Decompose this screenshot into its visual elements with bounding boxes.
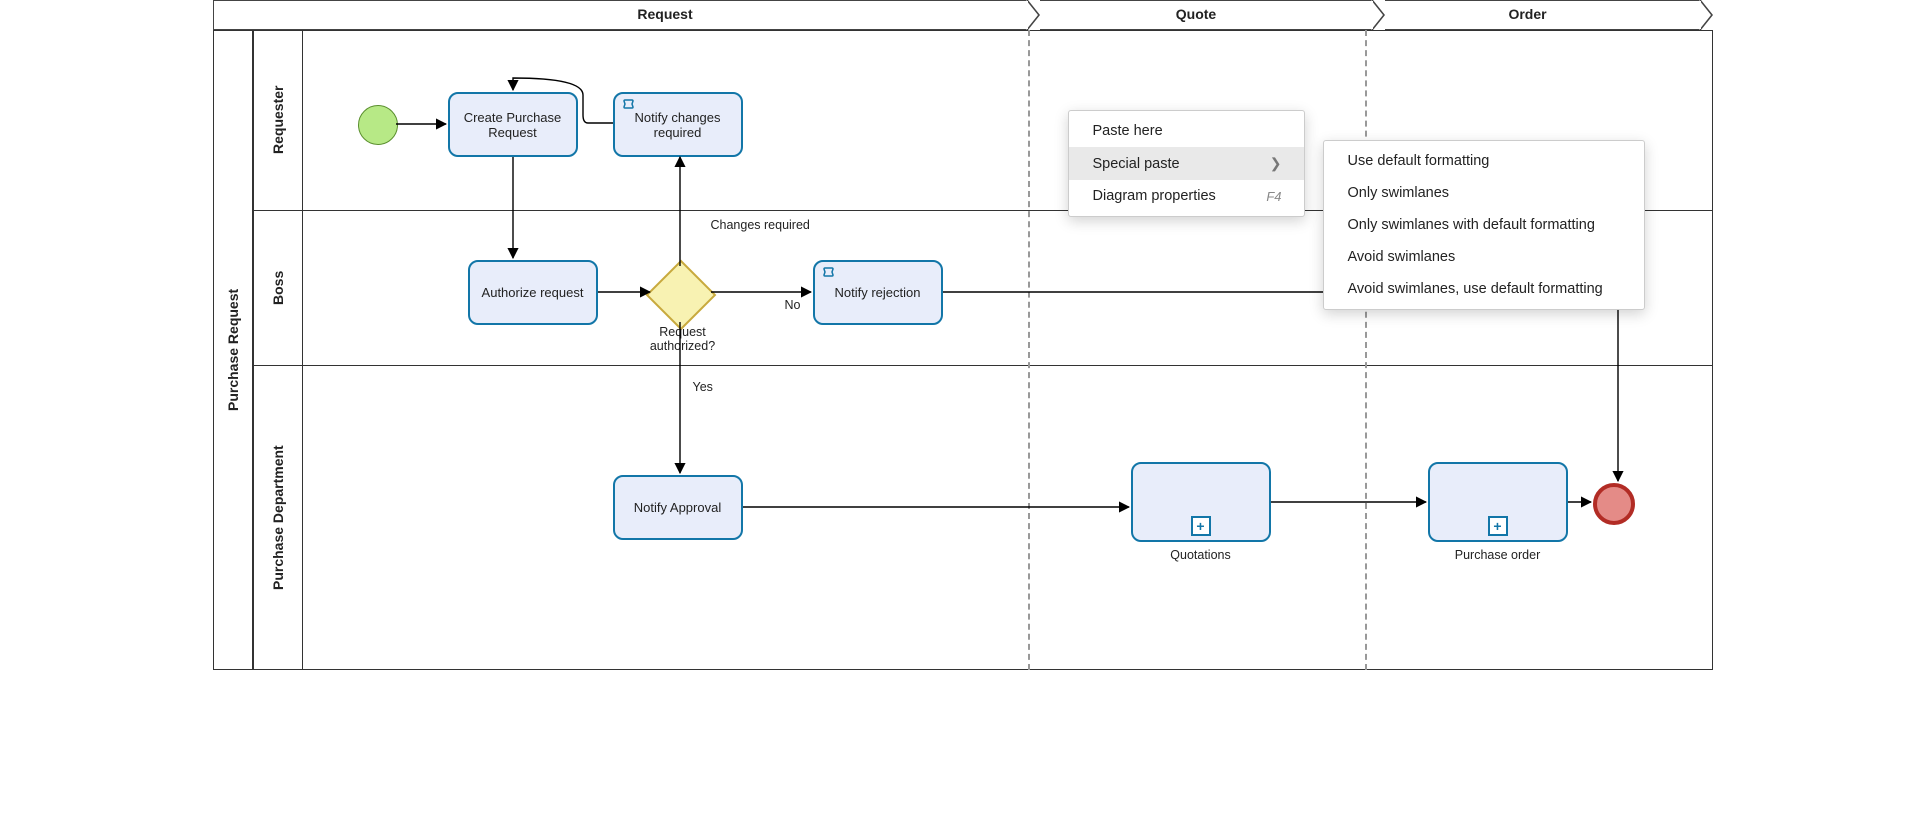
- chevron-right-icon: ❯: [1270, 155, 1282, 172]
- task-label: Create Purchase Request: [454, 110, 572, 140]
- menu-item-paste-here[interactable]: Paste here: [1069, 115, 1304, 147]
- submenu-item-only-swimlanes-default[interactable]: Only swimlanes with default formatting: [1324, 209, 1644, 241]
- menu-item-label: Use default formatting: [1348, 153, 1490, 169]
- script-icon: [621, 98, 637, 117]
- phase-request-title: Request: [303, 6, 1028, 22]
- edge-label-no: No: [785, 298, 801, 312]
- menu-item-special-paste[interactable]: Special paste ❯: [1069, 147, 1304, 180]
- script-icon: [821, 266, 837, 285]
- menu-item-label: Only swimlanes with default formatting: [1348, 217, 1595, 233]
- phase-quote-title: Quote: [1040, 6, 1353, 22]
- subprocess-purchase-order-label: Purchase order: [1428, 548, 1568, 562]
- end-event[interactable]: [1593, 483, 1635, 525]
- submenu-item-avoid-swimlanes[interactable]: Avoid swimlanes: [1324, 241, 1644, 273]
- lane-purchase-dept-title: Purchase Department: [255, 365, 301, 670]
- lane-divider-2: [253, 365, 1713, 366]
- submenu-item-use-default-formatting[interactable]: Use default formatting: [1324, 145, 1644, 177]
- task-label: Notify rejection: [835, 285, 921, 300]
- context-menu[interactable]: Paste here Special paste ❯ Diagram prope…: [1068, 110, 1305, 217]
- lane-boss-title: Boss: [255, 210, 301, 365]
- edge-label-yes: Yes: [693, 380, 713, 394]
- pool-border: [213, 30, 1713, 670]
- phase-divider-2: [1365, 30, 1367, 670]
- subprocess-purchase-order[interactable]: +: [1428, 462, 1568, 542]
- task-notify-approval[interactable]: Notify Approval: [613, 475, 743, 540]
- pool-title: Purchase Request: [213, 30, 253, 670]
- menu-item-label: Special paste: [1093, 156, 1180, 172]
- task-label: Notify Approval: [634, 500, 721, 515]
- phase-order-title: Order: [1375, 6, 1681, 22]
- start-event[interactable]: [358, 105, 398, 145]
- context-submenu-special-paste[interactable]: Use default formatting Only swimlanes On…: [1323, 140, 1645, 310]
- phase-divider-1: [1028, 30, 1030, 670]
- task-notify-changes-required[interactable]: Notify changes required: [613, 92, 743, 157]
- subprocess-quotations[interactable]: +: [1131, 462, 1271, 542]
- gateway-label: Request authorized?: [643, 325, 723, 353]
- subprocess-quotations-label: Quotations: [1131, 548, 1271, 562]
- menu-item-label: Paste here: [1093, 123, 1163, 139]
- edge-label-changes-required: Changes required: [711, 218, 810, 232]
- menu-item-diagram-properties[interactable]: Diagram properties F4: [1069, 180, 1304, 212]
- task-create-purchase-request[interactable]: Create Purchase Request: [448, 92, 578, 157]
- menu-item-label: Avoid swimlanes: [1348, 249, 1456, 265]
- plus-icon[interactable]: +: [1191, 516, 1211, 536]
- diagram-canvas[interactable]: Purchase Request Requester Boss Purchase…: [193, 0, 1733, 680]
- menu-item-shortcut: F4: [1266, 189, 1281, 204]
- menu-item-label: Only swimlanes: [1348, 185, 1450, 201]
- plus-icon[interactable]: +: [1488, 516, 1508, 536]
- task-authorize-request[interactable]: Authorize request: [468, 260, 598, 325]
- submenu-item-only-swimlanes[interactable]: Only swimlanes: [1324, 177, 1644, 209]
- task-label: Authorize request: [482, 285, 584, 300]
- submenu-item-avoid-swimlanes-default[interactable]: Avoid swimlanes, use default formatting: [1324, 273, 1644, 305]
- menu-item-label: Avoid swimlanes, use default formatting: [1348, 281, 1603, 297]
- task-notify-rejection[interactable]: Notify rejection: [813, 260, 943, 325]
- lane-requester-title: Requester: [255, 30, 301, 210]
- menu-item-label: Diagram properties: [1093, 188, 1216, 204]
